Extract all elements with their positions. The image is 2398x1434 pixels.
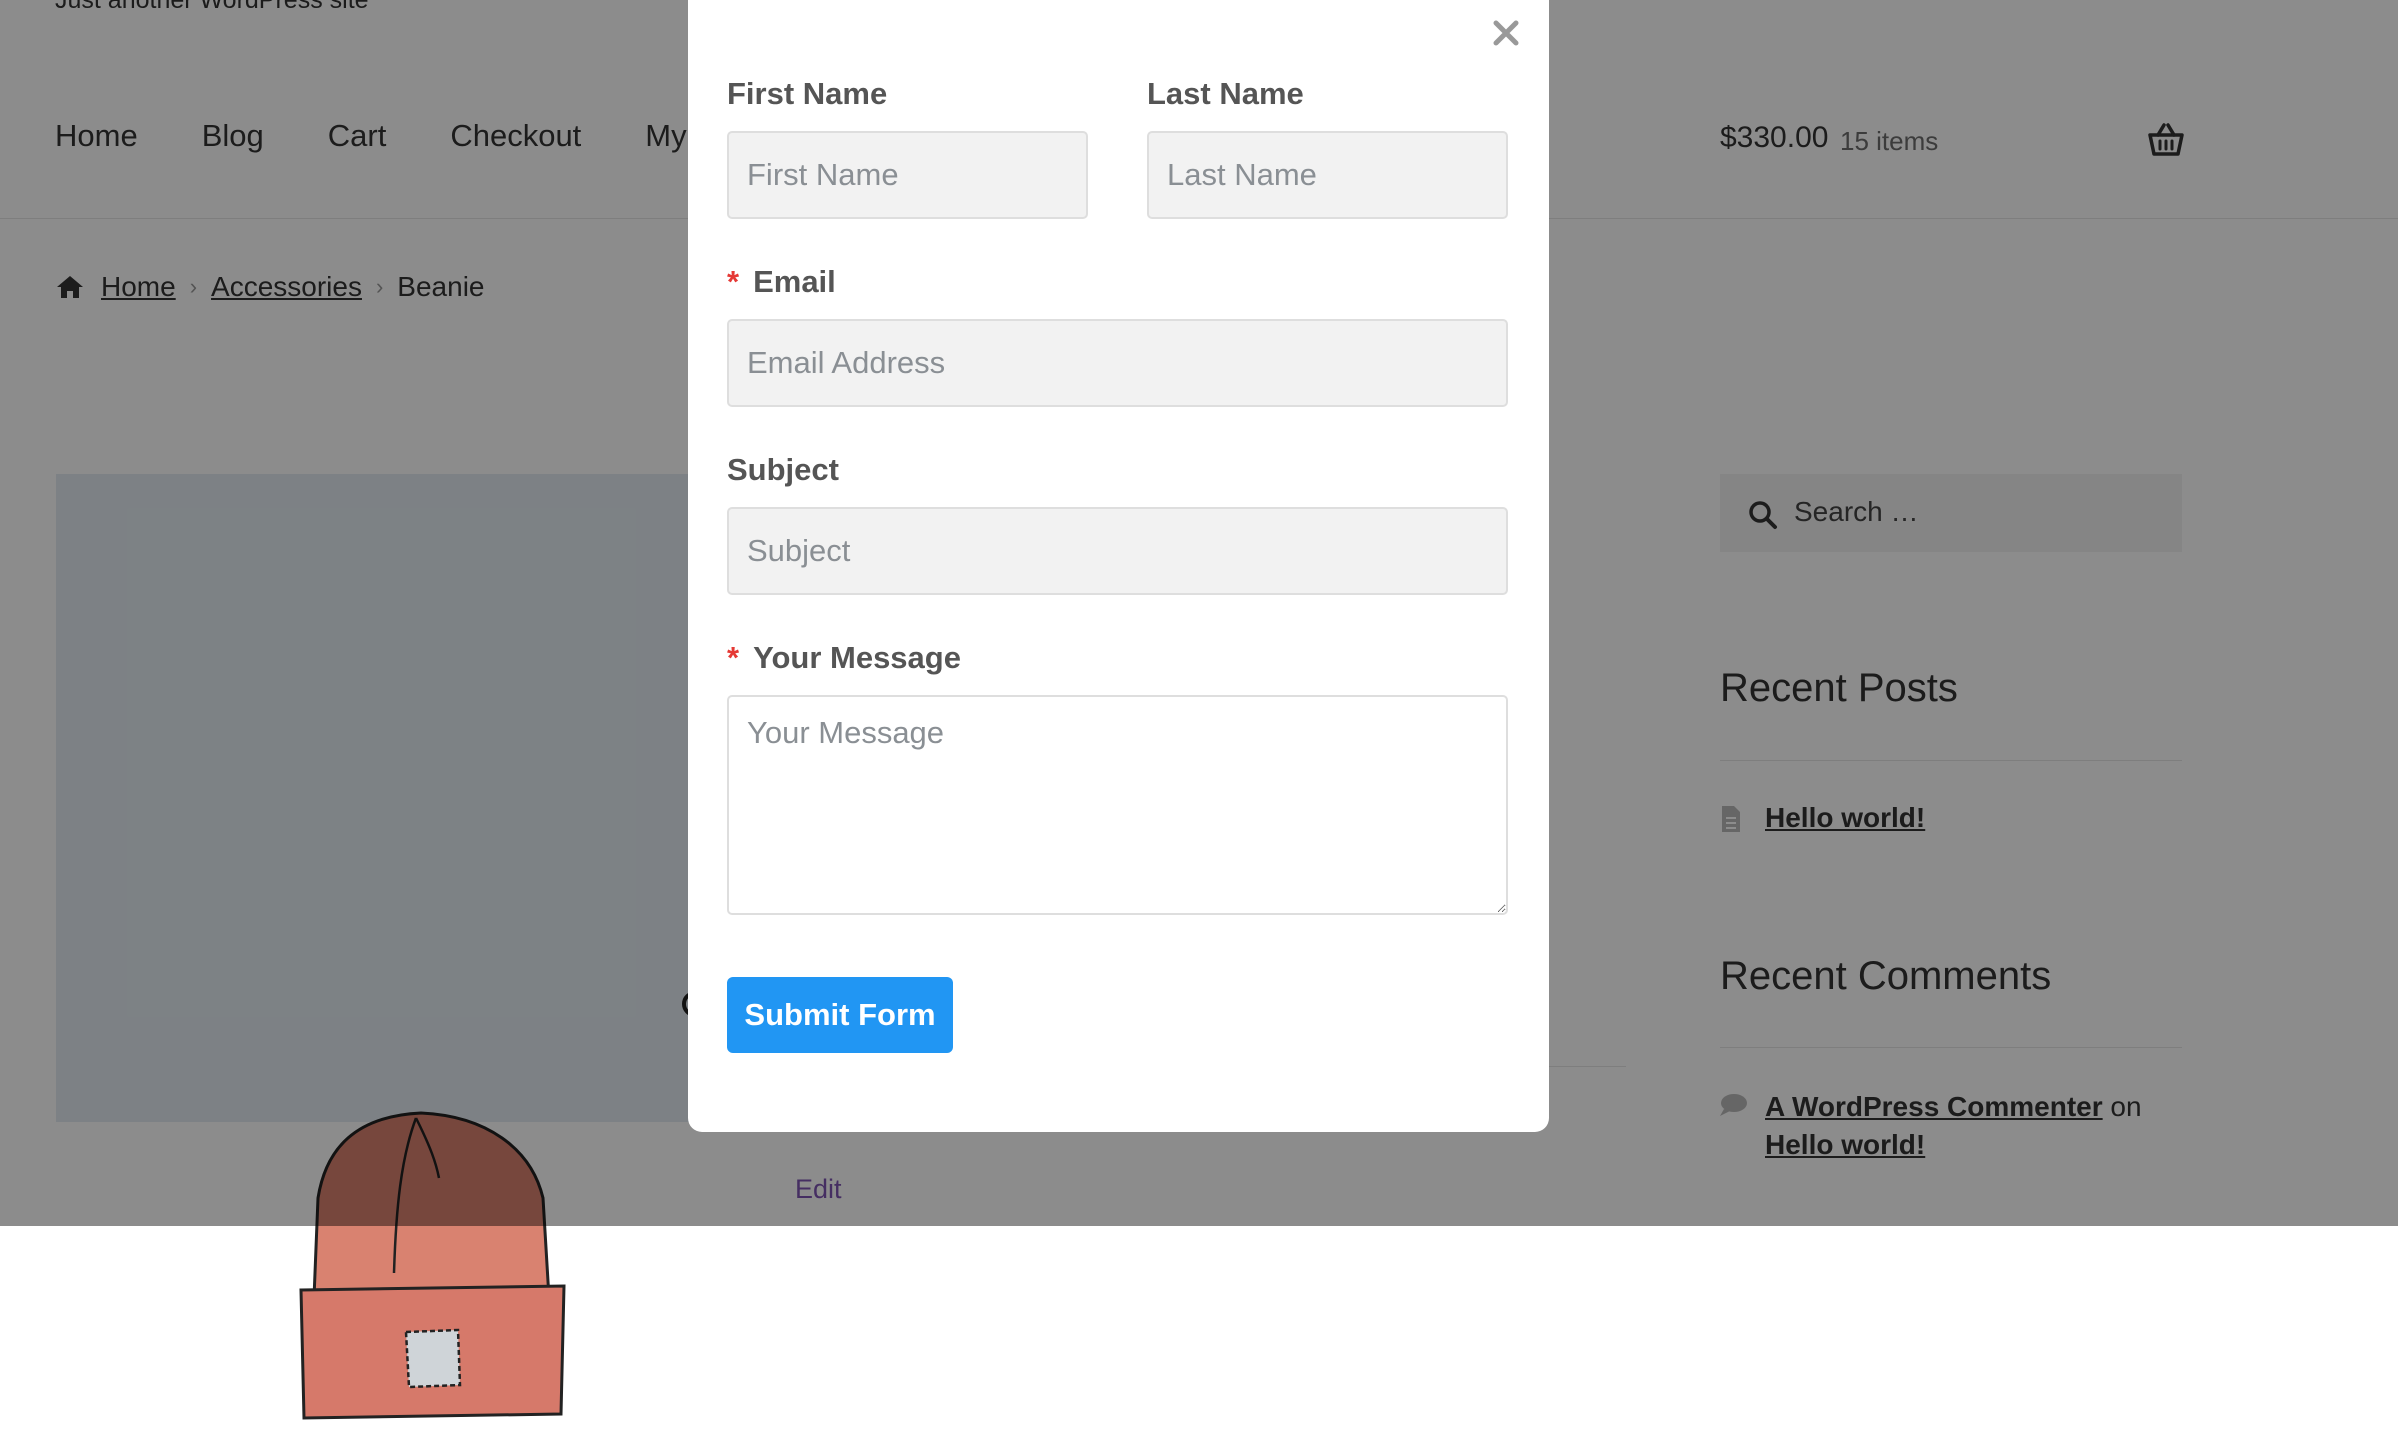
required-marker: *	[727, 264, 740, 299]
message-label-text: Your Message	[753, 640, 961, 675]
first-name-label: First Name	[727, 76, 888, 111]
submit-form-button[interactable]: Submit Form	[727, 977, 953, 1053]
close-icon[interactable]	[1487, 14, 1525, 52]
contact-form-modal: First Name Last Name * Email Subject * You…	[688, 0, 1549, 1132]
last-name-field[interactable]	[1147, 131, 1508, 219]
subject-label: Subject	[727, 452, 839, 487]
first-name-field[interactable]	[727, 131, 1088, 219]
email-label-text: Email	[753, 264, 836, 299]
message-label: * Your Message	[727, 640, 961, 676]
email-label: * Email	[727, 264, 836, 300]
message-textarea[interactable]	[727, 695, 1508, 915]
last-name-label: Last Name	[1147, 76, 1304, 111]
required-marker: *	[727, 640, 740, 675]
subject-field[interactable]	[727, 507, 1508, 595]
email-field[interactable]	[727, 319, 1508, 407]
